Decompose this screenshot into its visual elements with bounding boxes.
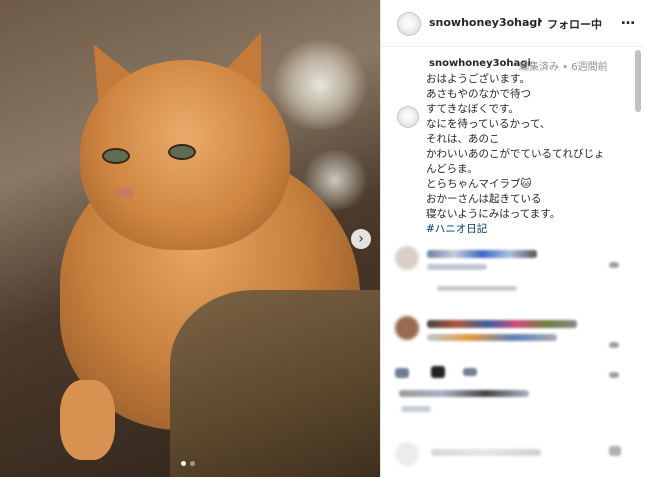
- caption-username[interactable]: snowhoney3ohagi: [429, 58, 531, 69]
- blurred-comment: [427, 334, 557, 341]
- post-photo[interactable]: ›: [0, 0, 380, 477]
- background-light: [270, 40, 370, 130]
- caption-line: 寝ないようにみはってます。: [426, 208, 561, 220]
- comments-scroll-area[interactable]: snowhoney3ohagi 編集済み • 6週間前 おはようございます。 あ…: [381, 46, 645, 477]
- blurred-comment: [399, 390, 529, 397]
- blurred-comment: [431, 449, 541, 456]
- caption-avatar[interactable]: [397, 106, 419, 128]
- caption-line: んどらま。: [426, 163, 478, 175]
- post-header: snowhoney3ohagi • フォロー中 …: [381, 0, 645, 47]
- blurred-like-icon[interactable]: [609, 372, 619, 378]
- hashtag-link[interactable]: #ハニオ日記: [426, 222, 626, 237]
- caption-line: あさもやのなかで待つ: [426, 88, 531, 100]
- cat-paw: [60, 380, 115, 460]
- blurred-comment: [427, 264, 487, 270]
- carousel-dot: [181, 461, 186, 466]
- caption-line: おはようございます。: [426, 73, 530, 85]
- scrollbar[interactable]: [635, 50, 641, 112]
- follow-status-button[interactable]: フォロー中: [547, 16, 602, 32]
- cat-eye-left: [102, 148, 130, 164]
- comment-avatar[interactable]: [395, 316, 419, 340]
- blurred-comment: [431, 366, 445, 378]
- blurred-like-icon[interactable]: [609, 446, 621, 456]
- caption-text: おはようございます。 あさもやのなかで待つ すてきなぼくです。 なにを待っている…: [426, 72, 626, 237]
- blurred-comment: [395, 368, 409, 378]
- blurred-comment: [437, 286, 517, 291]
- cat-eye-right: [168, 144, 196, 160]
- caption-line: それは、あのこ: [426, 133, 500, 145]
- caption-line: おかーさんは起きている: [426, 193, 542, 205]
- blurred-comment: [427, 320, 577, 328]
- header-separator: •: [537, 15, 544, 28]
- jacket: [170, 290, 380, 477]
- chevron-right-icon: ›: [358, 231, 364, 247]
- blurred-comment: [463, 368, 477, 376]
- caption-line: とらちゃんマイラブ🐱: [426, 178, 532, 190]
- blurred-comment: [427, 250, 537, 258]
- caption-meta: 編集済み • 6週間前: [519, 58, 608, 73]
- avatar[interactable]: [397, 12, 421, 36]
- comment-avatar[interactable]: [395, 246, 419, 270]
- carousel-next-button[interactable]: ›: [351, 229, 371, 249]
- blurred-like-icon[interactable]: [609, 262, 619, 268]
- ellipsis-icon[interactable]: …: [621, 12, 636, 28]
- comment-avatar[interactable]: [395, 442, 419, 466]
- post-side-panel: snowhoney3ohagi • フォロー中 … snowhoney3ohag…: [380, 0, 645, 477]
- cat-nose: [116, 188, 134, 198]
- caption-line: なにを待っているかって、: [426, 118, 551, 130]
- blurred-like-icon[interactable]: [609, 342, 619, 348]
- blurred-comment: [401, 406, 431, 412]
- carousel-indicator: [181, 461, 195, 466]
- post-window: › snowhoney3ohagi • フォロー中 … snowhoney3oh…: [0, 0, 645, 477]
- caption-line: かわいいあのこがでているてれびじょ: [426, 148, 605, 160]
- header-username[interactable]: snowhoney3ohagi: [429, 16, 541, 29]
- carousel-dot: [190, 461, 195, 466]
- caption-line: すてきなぼくです。: [426, 103, 519, 115]
